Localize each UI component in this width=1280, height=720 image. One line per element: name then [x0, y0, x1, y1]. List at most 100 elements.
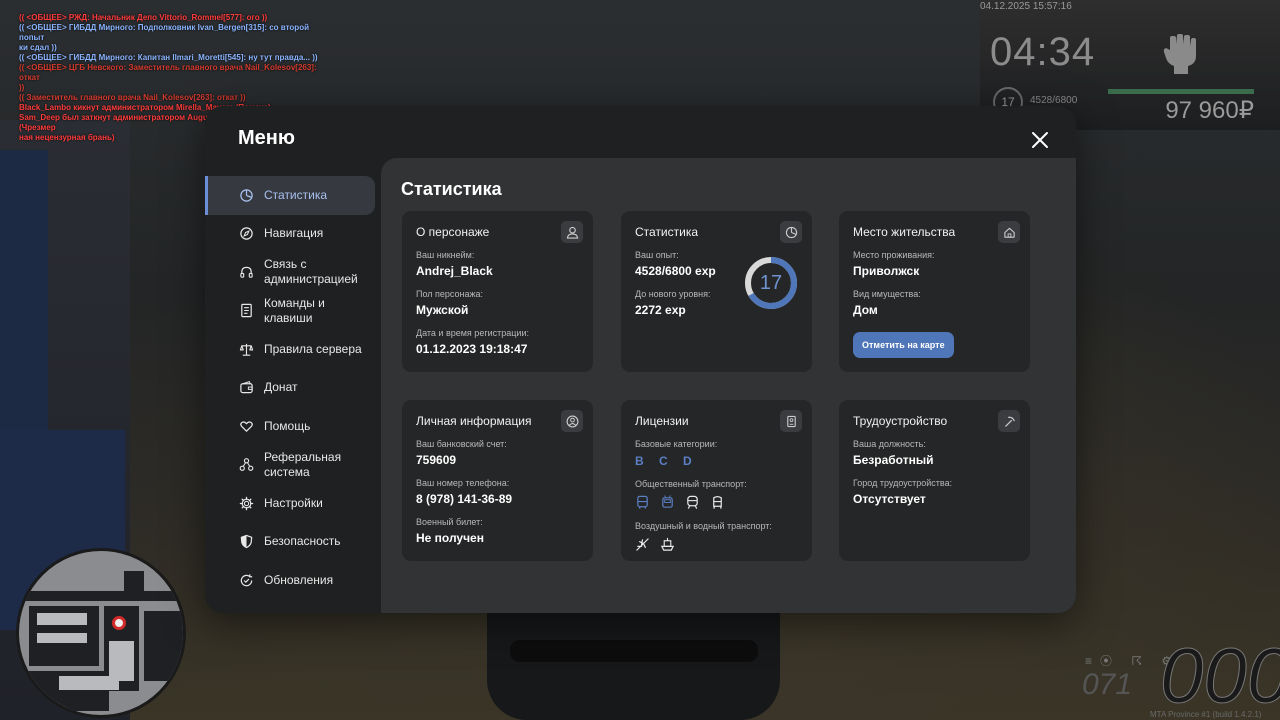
sidebar-item[interactable]: Настройки: [205, 484, 381, 523]
public-transport-label: Общественный транспорт:: [635, 479, 747, 489]
user-circle-icon: [561, 410, 583, 432]
public-transport-icons: [635, 495, 798, 510]
content-title: Статистика: [401, 179, 502, 199]
home-icon: [998, 221, 1020, 243]
sidebar-item-label: Навигация: [264, 226, 324, 241]
place-value: Приволжск: [853, 264, 920, 278]
minimap: [16, 548, 186, 718]
pickaxe-icon: [998, 410, 1020, 432]
card-title: Статистика: [635, 225, 699, 239]
sidebar-item[interactable]: Помощь: [205, 407, 381, 446]
card-title: Трудоустройство: [853, 414, 948, 428]
level-number: 17: [759, 272, 783, 294]
sidebar-item-label: Статистика: [264, 187, 328, 202]
chat-line: (( Заместитель главного врача Nail_Koles…: [19, 93, 246, 102]
phone-value: 8 (978) 141-36-89: [416, 492, 513, 506]
hud-clock: 04:34: [990, 30, 1096, 74]
mark-on-map-button[interactable]: Отметить на карте: [853, 332, 954, 358]
chat-line: (( <ОБЩЕЕ> РЖД: Начальник Депо Vittorio_…: [19, 13, 268, 22]
chat-line: (( <ОБЩЕЕ> ГИБДД Мирного: Подполковник I…: [19, 23, 309, 42]
card-title: Личная информация: [416, 414, 532, 428]
heart-hands-icon: [240, 421, 253, 432]
property-type-label: Вид имущества:: [853, 289, 921, 299]
wallet-icon: [240, 381, 253, 394]
hud-health-bar: [1108, 89, 1254, 94]
background-car-bumper: [510, 640, 758, 662]
registration-value: 01.12.2023 19:18:47: [416, 342, 528, 356]
plane-icon: [636, 538, 649, 551]
card-licenses: Лицензии Базовые категории: B C D Общест…: [621, 400, 812, 561]
shield-icon: [240, 535, 253, 549]
nickname-label: Ваш никнейм:: [416, 250, 475, 260]
position-value: Безработный: [853, 453, 934, 467]
card-statistics: Статистика Ваш опыт: 4528/6800 exp До но…: [621, 211, 812, 372]
card-employment: Трудоустройство Ваша должность: Безработ…: [839, 400, 1030, 561]
chat-line: )): [19, 83, 25, 92]
phone-label: Ваш номер телефона:: [416, 478, 510, 488]
hud-speed-small: 071: [1082, 668, 1133, 701]
bank-account-value: 759609: [416, 453, 457, 467]
update-icon: [240, 574, 253, 587]
card-title: Лицензии: [635, 414, 689, 428]
hud-server-info: MTA Province #1 (build 1.4.2.1): [1150, 710, 1262, 719]
hud-money: 97 960₽: [1165, 97, 1254, 124]
sidebar-item-label: Донат: [264, 380, 298, 395]
air-water-transport-label: Воздушный и водный транспорт:: [635, 521, 772, 531]
user-icon: [561, 221, 583, 243]
card-residence: Место жительства Место проживания: Приво…: [839, 211, 1030, 372]
card-title: О персонаже: [416, 225, 490, 239]
card-title: Место жительства: [853, 225, 956, 239]
hud-speed: 000: [1159, 631, 1280, 720]
chat-line: (( <ОБЩЕЕ> ГИБДД Мирного: Капитан Ilmari…: [19, 53, 318, 62]
bus-icon: [637, 495, 648, 509]
base-categories-value: B C D: [635, 454, 698, 468]
sidebar-item-label: Реферальная система: [264, 449, 342, 479]
gender-value: Мужской: [416, 303, 469, 317]
sidebar-item[interactable]: Обновления: [205, 561, 381, 600]
background-blue-post: [0, 150, 48, 460]
property-type-value: Дом: [853, 303, 878, 317]
sidebar-item-label: Настройки: [264, 495, 323, 510]
sidebar-item[interactable]: Команды и клавиши: [205, 292, 381, 331]
menu-sidebar: Статистика Навигация Связь с администрацие…: [205, 176, 381, 600]
sidebar-item[interactable]: Связь с администрацией: [205, 253, 381, 292]
document-icon: [241, 304, 252, 318]
base-categories-label: Базовые категории:: [635, 439, 718, 449]
gear-icon: [239, 496, 254, 510]
sidebar-item[interactable]: Правила сервера: [205, 330, 381, 369]
pie-chart-icon: [780, 221, 802, 243]
sidebar-item[interactable]: Донат: [205, 369, 381, 408]
tram-icon: [713, 496, 722, 509]
minimap-marker-icon: [112, 616, 126, 630]
work-city-value: Отсутствует: [853, 492, 926, 506]
headset-icon: [240, 266, 253, 278]
hud-datetime: 04.12.2025 15:57:16: [980, 1, 1072, 12]
sidebar-item-label: Связь с администрацией: [264, 257, 358, 287]
fist-icon: [1163, 34, 1196, 74]
menu-title: Меню: [238, 127, 295, 149]
close-icon[interactable]: [1028, 128, 1052, 152]
sidebar-item-label: Обновления: [264, 572, 334, 587]
chat-line: (( <ОБЩЕЕ> ЦГБ Невского: Заместитель гла…: [19, 63, 317, 82]
compass-icon: [240, 227, 253, 240]
sidebar-item[interactable]: Безопасность: [205, 523, 381, 562]
scales-icon: [239, 343, 254, 356]
sidebar-item-label: Правила сервера: [264, 341, 362, 356]
air-water-transport-icons: [635, 537, 798, 552]
train-icon: [687, 495, 698, 509]
sidebar-item-label: Помощь: [264, 418, 311, 433]
pie-chart-icon: [240, 189, 253, 202]
menu-window: Меню Статистика Навигация Связь с админист…: [205, 106, 1076, 613]
trolleybus-icon: [662, 495, 673, 508]
card-character: О персонаже Ваш никнейм: Andrej_Black По…: [402, 211, 593, 372]
chat-line: ки сдал )): [19, 43, 57, 52]
nickname-value: Andrej_Black: [416, 264, 493, 278]
place-label: Место проживания:: [853, 250, 935, 260]
work-city-label: Город трудоустройства:: [853, 478, 953, 488]
background-car: [487, 605, 780, 720]
sidebar-item[interactable]: Навигация: [205, 215, 381, 254]
referral-icon: [239, 458, 254, 472]
sidebar-item[interactable]: Статистика: [205, 176, 375, 215]
sidebar-item[interactable]: Реферальная система: [205, 446, 381, 485]
card-personal-info: Личная информация Ваш банковский счет: 7…: [402, 400, 593, 561]
